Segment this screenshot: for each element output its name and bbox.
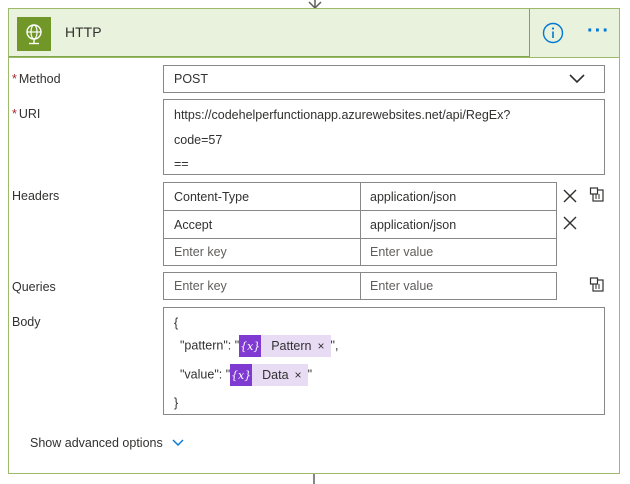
- data-token[interactable]: {x} Data ×: [230, 364, 308, 386]
- method-label: * Method: [12, 72, 61, 86]
- remove-pattern-token-icon[interactable]: ×: [318, 339, 331, 353]
- headers-table: Content-Type application/json Accept app…: [163, 182, 557, 266]
- chevron-down-icon: [172, 439, 184, 446]
- body-close-brace: }: [174, 396, 179, 410]
- headers-label: Headers: [12, 189, 60, 203]
- card-header: HTTP ···: [9, 9, 619, 58]
- header-key-input[interactable]: Enter key: [174, 245, 227, 259]
- header-value-2[interactable]: application/json: [370, 218, 456, 232]
- switch-queries-text-mode-icon[interactable]: [589, 277, 605, 293]
- expression-icon: {x}: [230, 364, 253, 386]
- flow-connector-line: [313, 474, 315, 484]
- uri-line-1: https://codehelperfunctionapp.azurewebsi…: [174, 108, 511, 122]
- header-value-input[interactable]: Enter value: [370, 245, 433, 259]
- action-title: HTTP: [65, 24, 102, 40]
- header-key-2[interactable]: Accept: [174, 218, 212, 232]
- body-value-line: "value": " {x} Data × ": [180, 364, 312, 386]
- header-key-1[interactable]: Content-Type: [174, 190, 249, 204]
- globe-icon: [17, 17, 51, 51]
- remove-data-token-icon[interactable]: ×: [295, 368, 308, 382]
- more-options-icon[interactable]: ···: [587, 21, 610, 41]
- switch-to-text-mode-icon[interactable]: [589, 187, 605, 203]
- uri-line-2: code=57: [174, 133, 223, 147]
- info-icon[interactable]: [542, 22, 564, 44]
- card-title-bar[interactable]: HTTP: [9, 9, 530, 57]
- uri-input[interactable]: https://codehelperfunctionapp.azurewebsi…: [163, 99, 605, 175]
- uri-line-3: ==: [174, 157, 189, 171]
- chevron-down-icon: [569, 74, 585, 84]
- query-key-input[interactable]: Enter key: [174, 279, 227, 293]
- queries-table: Enter key Enter value: [163, 272, 557, 300]
- remove-header-1-icon[interactable]: [563, 189, 577, 203]
- body-editor[interactable]: [163, 307, 605, 415]
- body-label: Body: [12, 315, 41, 329]
- method-value: POST: [174, 72, 209, 86]
- method-dropdown[interactable]: POST: [163, 65, 605, 93]
- query-value-input[interactable]: Enter value: [370, 279, 433, 293]
- remove-header-2-icon[interactable]: [563, 216, 577, 230]
- header-value-1[interactable]: application/json: [370, 190, 456, 204]
- queries-label: Queries: [12, 280, 56, 294]
- body-open-brace: {: [174, 316, 179, 330]
- pattern-token[interactable]: {x} Pattern ×: [239, 335, 331, 357]
- expression-icon: {x}: [239, 335, 262, 357]
- uri-label: * URI: [12, 107, 41, 121]
- body-pattern-line: "pattern": " {x} Pattern × ",: [180, 335, 338, 357]
- show-advanced-options-link[interactable]: Show advanced options: [30, 436, 184, 450]
